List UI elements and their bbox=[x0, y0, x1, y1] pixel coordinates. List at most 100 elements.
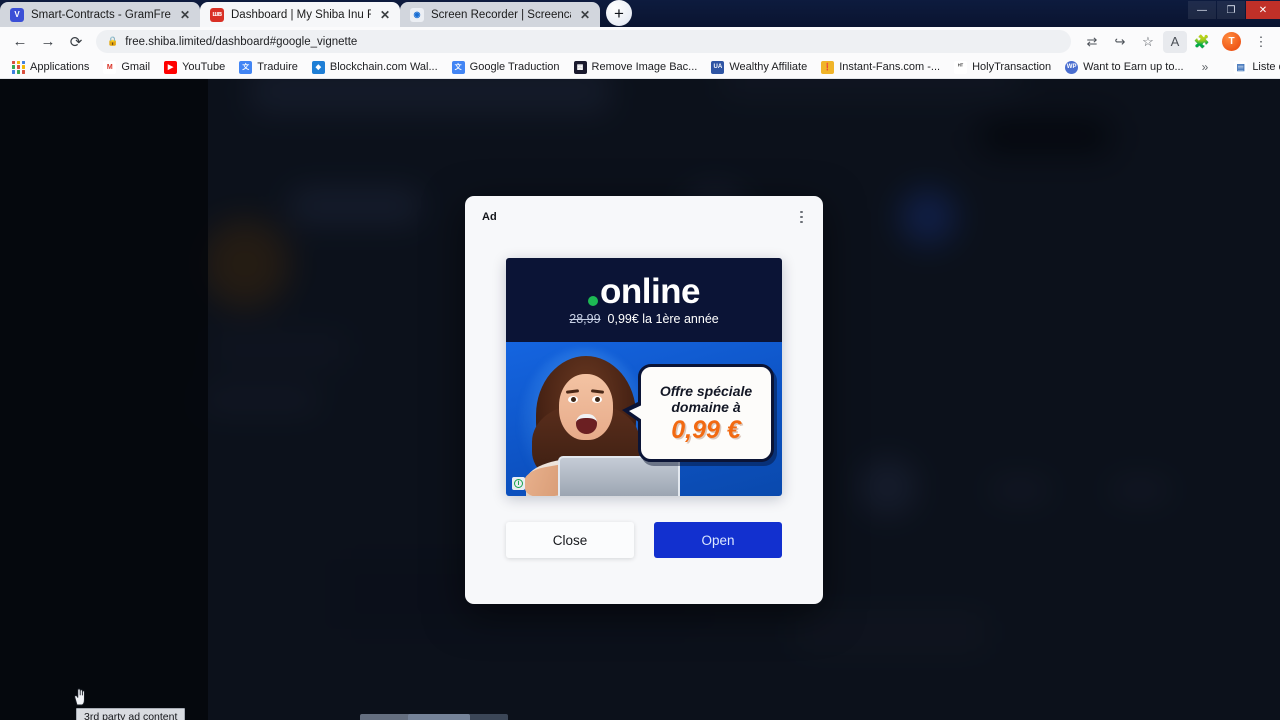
bookmark-instant-fans[interactable]: ❗ Instant-Fans.com -... bbox=[815, 59, 946, 76]
bookmark-wealthy-affiliate[interactable]: UA Wealthy Affiliate bbox=[705, 59, 813, 76]
ad-creative[interactable]: online 28,99 0,99€ la 1ère année Offre s… bbox=[506, 258, 782, 496]
bubble-line-1: Offre spéciale bbox=[659, 382, 753, 399]
tab-title: Smart-Contracts - GramFree bbox=[31, 8, 171, 21]
bookmark-blockchain[interactable]: ◆ Blockchain.com Wal... bbox=[306, 59, 444, 76]
shiba-icon: шв bbox=[210, 7, 224, 22]
tooltip-text: 3rd party ad content bbox=[84, 711, 178, 720]
bookmark-label: Wealthy Affiliate bbox=[729, 61, 808, 73]
tab-screen-recorder[interactable]: ◉ Screen Recorder | Screencast-O- ✕ bbox=[400, 2, 600, 27]
holytransaction-icon: ᴴᵀ bbox=[954, 60, 968, 74]
ad-modal-header: Ad bbox=[465, 196, 823, 238]
bubble-line-2: domaine à bbox=[671, 398, 741, 415]
toolbar-icons: ⇄ ↪ ☆ A 🧩 T ⋮ bbox=[1079, 30, 1274, 54]
translate-icon[interactable]: ⇄ bbox=[1079, 30, 1105, 54]
reading-list-button[interactable]: ▤ Liste de lecture bbox=[1228, 59, 1280, 76]
remove-bg-icon: ▩ bbox=[573, 60, 587, 74]
gramfree-icon: V bbox=[10, 7, 24, 22]
back-button[interactable]: ← bbox=[6, 29, 34, 55]
maximize-button[interactable]: ❐ bbox=[1217, 1, 1245, 19]
wp-icon: WP bbox=[1065, 60, 1079, 74]
face bbox=[559, 374, 613, 440]
bubble-price: 0,99 € bbox=[671, 415, 741, 444]
offer-speech-bubble: Offre spéciale domaine à 0,99 € bbox=[622, 364, 774, 462]
ad-modal: Ad online 28,99 0,99€ la 1ère année Offr… bbox=[465, 196, 823, 604]
window-controls: — ❐ ✕ bbox=[1187, 0, 1280, 20]
tab-close-icon[interactable]: ✕ bbox=[378, 8, 392, 22]
tab-smart-contracts[interactable]: V Smart-Contracts - GramFree ✕ bbox=[0, 2, 200, 27]
bookmark-google-traduction[interactable]: 文 Google Traduction bbox=[446, 59, 566, 76]
close-button[interactable]: Close bbox=[506, 522, 634, 558]
bookmark-remove-image-bg[interactable]: ▩ Remove Image Bac... bbox=[568, 59, 704, 76]
open-button[interactable]: Open bbox=[654, 522, 782, 558]
extensions-puzzle-icon[interactable]: 🧩 bbox=[1189, 30, 1215, 54]
bookmark-gmail[interactable]: M Gmail bbox=[97, 59, 156, 76]
adchoices-glyph: i bbox=[514, 479, 523, 488]
ad-creative-image: Offre spéciale domaine à 0,99 € i bbox=[506, 342, 782, 496]
bookmark-holytransaction[interactable]: ᴴᵀ HolyTransaction bbox=[948, 59, 1057, 76]
ad-options-menu-icon[interactable] bbox=[797, 206, 806, 229]
tab-close-icon[interactable]: ✕ bbox=[578, 8, 592, 22]
bookmarks-overflow-icon[interactable]: » bbox=[1194, 60, 1217, 74]
taskbar-hint-secondary bbox=[408, 714, 508, 720]
new-price: 0,99€ la 1ère année bbox=[607, 312, 719, 326]
ad-creative-header: online 28,99 0,99€ la 1ère année bbox=[506, 258, 782, 342]
bookmarks-bar: Applications M Gmail ▶ YouTube 文 Traduir… bbox=[0, 56, 1280, 79]
eye-right bbox=[592, 396, 602, 403]
google-translate-icon: 文 bbox=[239, 60, 253, 74]
forward-button[interactable]: → bbox=[34, 29, 62, 55]
eyebrow-right bbox=[590, 389, 605, 394]
google-translate-icon: 文 bbox=[451, 60, 465, 74]
plus-icon: + bbox=[614, 3, 624, 23]
bookmark-label: Applications bbox=[30, 61, 90, 73]
price-line: 28,99 0,99€ la 1ère année bbox=[569, 312, 719, 326]
bookmark-want-to-earn[interactable]: WP Want to Earn up to... bbox=[1059, 59, 1189, 76]
reload-button[interactable]: ⟳ bbox=[62, 29, 90, 55]
browser-window: V Smart-Contracts - GramFree ✕ шв Dashbo… bbox=[0, 0, 1280, 720]
tab-close-icon[interactable]: ✕ bbox=[178, 8, 192, 22]
bookmark-label: Google Traduction bbox=[469, 61, 560, 73]
brand-name: online bbox=[599, 272, 701, 311]
share-icon[interactable]: ↪ bbox=[1107, 30, 1133, 54]
apps-grid-icon bbox=[12, 60, 25, 74]
instant-fans-icon: ❗ bbox=[821, 60, 835, 74]
blockchain-icon: ◆ bbox=[311, 60, 325, 74]
bookmark-label: YouTube bbox=[182, 61, 226, 73]
reading-list-label: Liste de lecture bbox=[1252, 61, 1280, 73]
close-window-button[interactable]: ✕ bbox=[1246, 1, 1280, 19]
green-dot-icon bbox=[587, 296, 598, 306]
address-bar[interactable]: 🔒 free.shiba.limited/dashboard#google_vi… bbox=[96, 30, 1071, 53]
bookmark-label: Instant-Fans.com -... bbox=[839, 61, 941, 73]
bookmark-label: Want to Earn up to... bbox=[1083, 61, 1184, 73]
mouth bbox=[576, 414, 597, 434]
reading-list-icon: ▤ bbox=[1234, 60, 1248, 74]
bookmark-applications[interactable]: Applications bbox=[6, 59, 95, 76]
bookmark-youtube[interactable]: ▶ YouTube bbox=[158, 59, 231, 76]
tooltip: 3rd party ad content bbox=[76, 708, 186, 720]
lock-icon: 🔒 bbox=[107, 36, 119, 46]
bookmark-traduire[interactable]: 文 Traduire bbox=[233, 59, 304, 76]
extension-badge-icon[interactable]: A bbox=[1163, 30, 1187, 53]
ad-label: Ad bbox=[482, 211, 497, 223]
wealthy-affiliate-icon: UA bbox=[711, 60, 725, 74]
avatar[interactable]: T bbox=[1222, 32, 1241, 51]
tab-title: Screen Recorder | Screencast-O- bbox=[431, 8, 571, 21]
screencast-icon: ◉ bbox=[410, 7, 424, 22]
new-tab-button[interactable]: + bbox=[606, 0, 632, 26]
tab-title: Dashboard | My Shiba Inu Free|P bbox=[231, 8, 371, 21]
minimize-button[interactable]: — bbox=[1188, 1, 1216, 19]
bookmark-label: HolyTransaction bbox=[972, 61, 1052, 73]
dimmed-sidebar bbox=[0, 79, 208, 720]
url-text: free.shiba.limited/dashboard#google_vign… bbox=[125, 35, 358, 48]
brand-online-logo: online bbox=[587, 272, 701, 311]
bookmark-label: Remove Image Bac... bbox=[591, 61, 698, 73]
hand-cursor-icon bbox=[74, 688, 85, 706]
tab-dashboard-shiba[interactable]: шв Dashboard | My Shiba Inu Free|P ✕ bbox=[200, 2, 400, 27]
eyebrow-left bbox=[565, 389, 580, 394]
browser-menu-icon[interactable]: ⋮ bbox=[1248, 30, 1274, 54]
ad-modal-actions: Close Open bbox=[506, 522, 782, 558]
adchoices-info-icon[interactable]: i bbox=[512, 477, 525, 490]
bookmark-label: Blockchain.com Wal... bbox=[329, 61, 438, 73]
bookmark-label: Gmail bbox=[121, 61, 151, 73]
old-price: 28,99 bbox=[569, 312, 601, 326]
bookmark-star-icon[interactable]: ☆ bbox=[1135, 30, 1161, 54]
